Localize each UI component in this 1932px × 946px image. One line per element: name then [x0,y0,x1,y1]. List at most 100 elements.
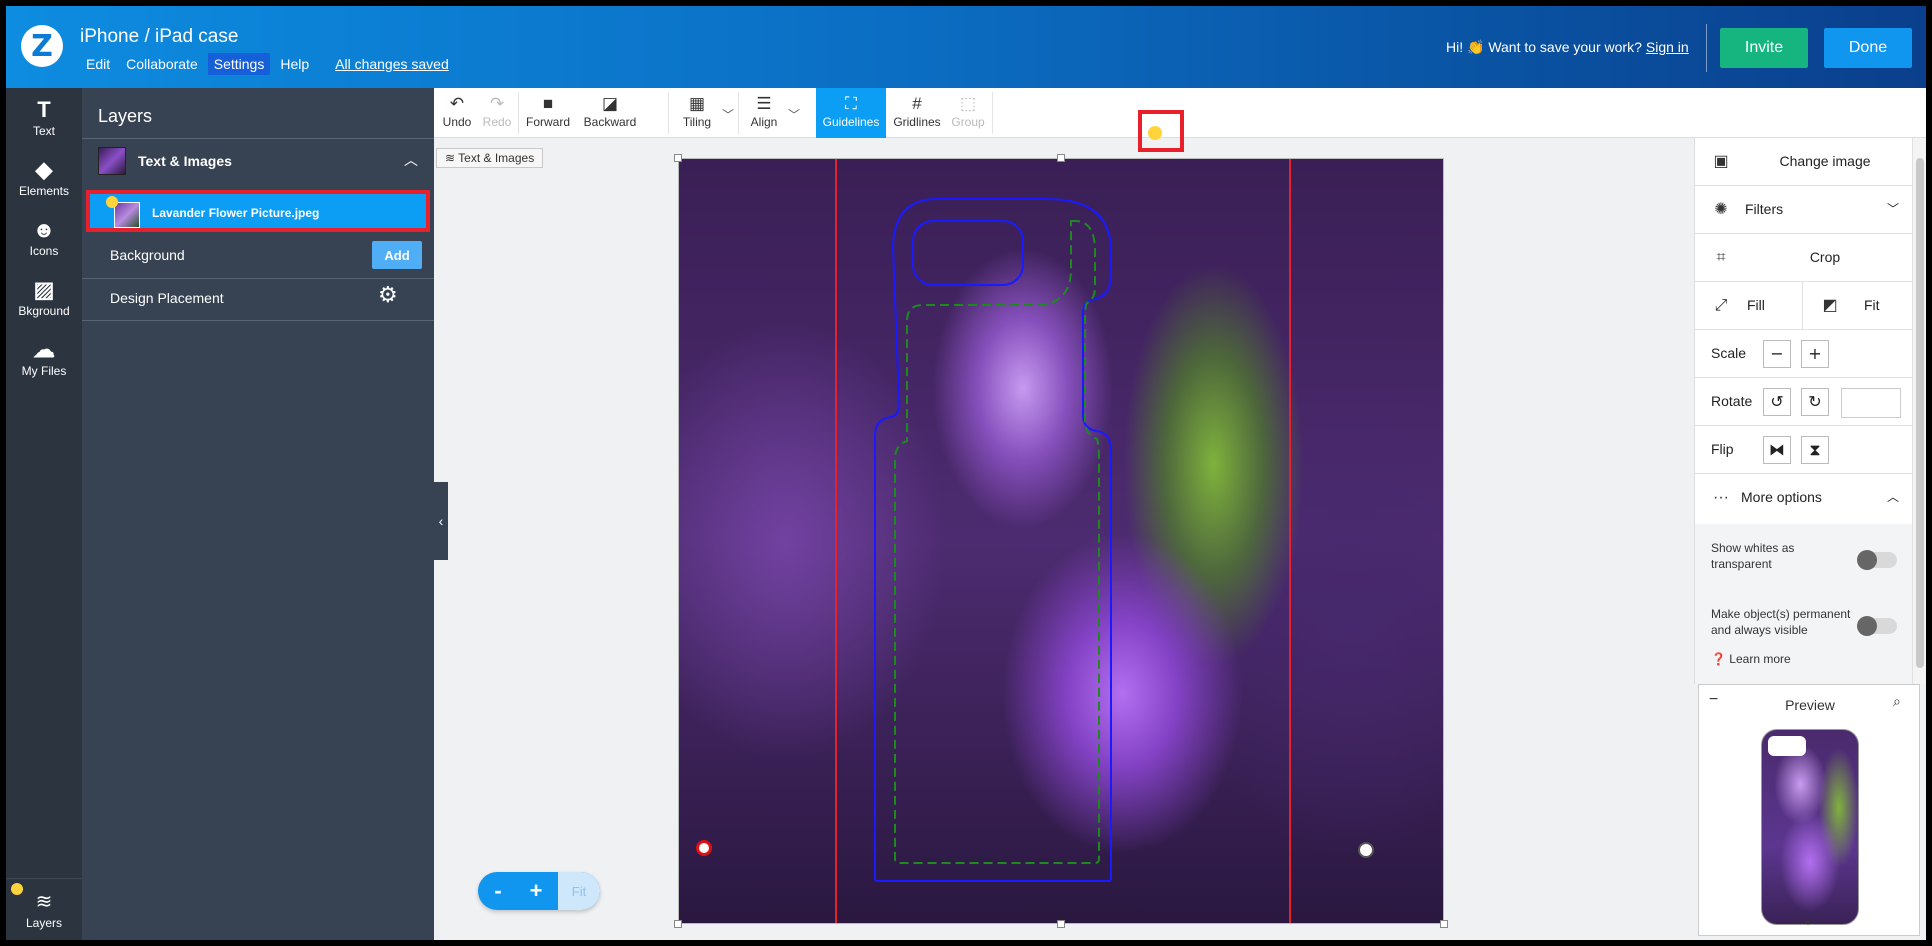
more-options-label: More options [1741,489,1822,505]
background-add-button[interactable]: Add [372,241,422,269]
layer-label: Lavander Flower Picture.jpeg [152,206,320,220]
rotate-left-button[interactable]: ↺ [1763,388,1791,416]
gridlines-button[interactable]: # Gridlines [890,88,944,138]
rail-icons[interactable]: ☻ Icons [6,208,82,268]
help-circle-icon: ❓ [1711,652,1726,666]
zoom-in-button[interactable]: + [516,872,556,910]
properties-scrollbar[interactable] [1912,138,1926,684]
breadcrumb-label: Text & Images [458,151,535,165]
magnifier-icon[interactable]: ⌕ [1893,693,1901,710]
make-permanent-label: Make object(s) permanent and always visi… [1711,607,1851,637]
layers-panel: Layers Text & Images ︿ Lavander Flower P… [82,88,434,940]
backward-button[interactable]: ◪ Backward [578,88,642,138]
notification-dot-icon [11,883,23,895]
rail-text[interactable]: T Text [6,88,82,148]
layer-breadcrumb[interactable]: ≋ Text & Images [436,148,544,168]
rotate-handle-icon[interactable] [1148,126,1162,140]
rotate-right-button[interactable]: ↻ [1801,388,1829,416]
invite-button[interactable]: Invite [1720,28,1808,68]
rail-elements[interactable]: ◆ Elements [6,148,82,208]
delete-handle-icon[interactable] [696,840,712,856]
guidelines-button[interactable]: ⛶ Guidelines [816,88,886,138]
fit-button[interactable]: ◩ Fit [1804,282,1912,330]
rail-elements-label: Elements [18,184,70,198]
layer-group-text-images[interactable]: Text & Images ︿ [82,138,434,182]
done-button[interactable]: Done [1824,28,1912,68]
fill-fit-row: ⤢ Fill ◩ Fit [1695,282,1912,330]
more-options-row[interactable]: ··· More options ︿ [1695,474,1912,522]
rail-my-files[interactable]: ☁ My Files [6,328,82,388]
undo-icon: ↶ [449,94,465,113]
chevron-up-icon[interactable]: ︿ [404,150,418,170]
tiling-button[interactable]: ▦ Tiling [674,88,720,138]
change-image-button[interactable]: ▣ Change image [1695,138,1912,186]
resize-handle-bottom-left[interactable] [674,920,682,928]
group-button[interactable]: ⬚ Group [948,88,988,138]
lavender-flower-image[interactable] [678,158,1444,924]
preview-pager-dots[interactable]: ○● [1797,917,1813,928]
design-placement-label: Design Placement [110,290,224,306]
forward-label: Forward [525,115,570,129]
menu-help[interactable]: Help [274,53,315,75]
collapse-panel-chevron-left-icon[interactable]: ‹ [434,482,448,560]
resize-handle-top[interactable] [1057,154,1065,162]
undo-button[interactable]: ↶ Undo [440,88,474,138]
resize-handle-bottom[interactable] [1057,920,1065,928]
tiling-icon: ▦ [688,94,706,113]
menu-settings[interactable]: Settings [207,53,271,75]
layer-item-lavender-image[interactable]: Lavander Flower Picture.jpeg [86,190,430,232]
preview-phone-image[interactable] [1761,729,1859,925]
more-options-body: Show whites as transparent Make object(s… [1695,524,1912,684]
fit-label: Fit [1864,297,1880,313]
filters-row[interactable]: ✺ Filters ﹀ [1695,186,1912,234]
tiling-chevron-down-icon[interactable]: ﹀ [722,106,734,123]
zoom-control: - + Fit [478,872,600,910]
phone-case-guidelines [874,198,1112,882]
save-status-link[interactable]: All changes saved [329,53,455,75]
logo-letter: Z [31,28,53,64]
fill-button[interactable]: ⤢ Fill [1695,282,1803,330]
resize-handle-top-left[interactable] [674,154,682,162]
send-backward-icon: ◪ [601,94,619,113]
panel-divider [82,320,434,321]
align-icon: ☰ [756,94,772,113]
smiley-icon: ☻ [32,217,56,242]
make-permanent-toggle[interactable] [1857,616,1897,636]
rail-background[interactable]: ▨ Bkground [6,268,82,328]
crop-icon: ⌗ [1716,249,1726,266]
zoom-fit-button[interactable]: Fit [558,872,600,910]
rotate-degree-input[interactable] [1841,388,1901,418]
document-title: iPhone / iPad case [80,26,239,47]
zazzle-logo-icon[interactable]: Z [21,25,63,67]
design-canvas: ≋ Text & Images ‹ - + Fit [434,138,1694,940]
elements-icon: ◆ [35,157,53,182]
show-whites-toggle[interactable] [1857,550,1897,570]
flip-label: Flip [1711,441,1734,457]
app-window: Z iPhone / iPad case Edit Collaborate Se… [6,6,1926,940]
forward-button[interactable]: ■ Forward [522,88,574,138]
flip-horizontal-button[interactable]: ⧓ [1763,436,1791,464]
layers-icon: ≋ [445,151,459,165]
background-label: Background [110,247,185,263]
align-button[interactable]: ☰ Align [744,88,784,138]
main-menu: Edit Collaborate Settings Help All chang… [80,53,455,75]
align-chevron-down-icon[interactable]: ﹀ [788,106,800,123]
backward-label: Backward [583,115,637,129]
menu-collaborate[interactable]: Collaborate [120,53,204,75]
scale-down-button[interactable]: − [1763,340,1791,368]
flip-vertical-button[interactable]: ⧗ [1801,436,1829,464]
menu-edit[interactable]: Edit [80,53,116,75]
sign-in-link[interactable]: Sign in [1646,39,1689,55]
crop-button[interactable]: ⌗ Crop [1695,234,1912,282]
zoom-out-button[interactable]: - [478,872,518,910]
resize-handle-bottom-right[interactable] [1440,920,1448,928]
learn-more-link[interactable]: ❓ Learn more [1711,652,1791,666]
rail-background-label: Bkground [18,304,70,318]
scale-up-button[interactable]: + [1801,340,1829,368]
gear-icon[interactable]: ⚙ [378,282,398,308]
redo-button[interactable]: ↷ Redo [480,88,514,138]
chevron-up-icon: ︿ [1887,490,1900,504]
scrollbar-thumb[interactable] [1916,158,1924,668]
scale-handle-icon[interactable] [1358,842,1374,858]
rail-layers[interactable]: ≋ Layers [6,878,82,940]
